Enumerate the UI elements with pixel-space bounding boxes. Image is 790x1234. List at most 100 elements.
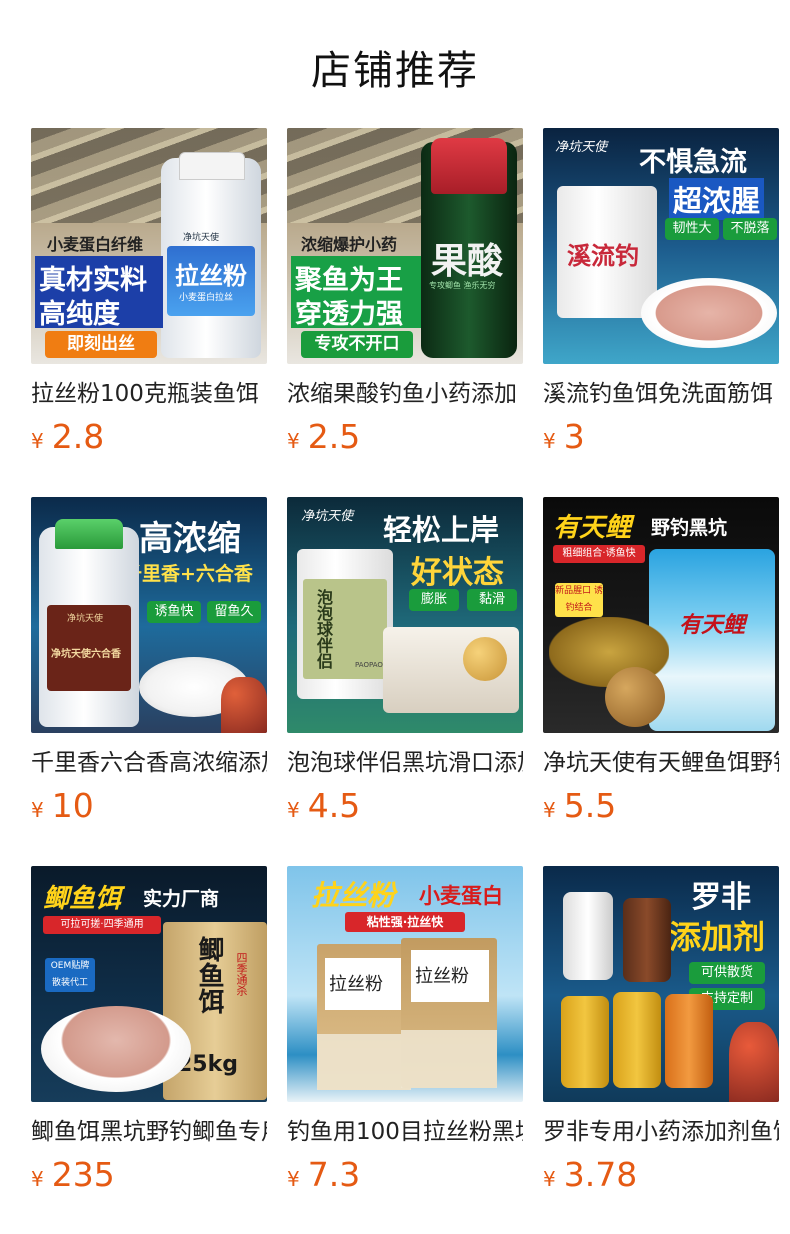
headline-2: 千里香+六合香 bbox=[123, 563, 253, 585]
tag-1: 膨胀 bbox=[409, 589, 459, 611]
product-name[interactable]: 溪流钓鱼饵免洗面筋饵 bbox=[543, 378, 779, 410]
tag-1: 可供散货 bbox=[689, 962, 765, 984]
headline-1: 鲫鱼饵 bbox=[43, 884, 122, 914]
product-image[interactable]: 净坑天使 拉丝粉 小麦蛋白拉丝 小麦蛋白纤维 真材实料 高纯度 即刻出丝 bbox=[31, 128, 267, 364]
product-sack: 鲫鱼饵 四季通杀 25kg bbox=[163, 922, 267, 1100]
tag-2: 不脱落 bbox=[723, 218, 777, 240]
package-text: 溪流钓 bbox=[567, 242, 639, 270]
product-card[interactable]: 有天鲤 野钓黑坑 粗细组合·诱鱼快 新品腥口 诱钓结合 有天鲤 净坑天使有天鲤鱼… bbox=[543, 497, 779, 837]
tag-1: 韧性大 bbox=[665, 218, 719, 240]
package-sub: 专攻鲫鱼 渔乐无穷 bbox=[429, 281, 496, 290]
tag-1: 可拉可搓·四季通用 bbox=[43, 916, 161, 934]
tag-2: 新品腥口 诱钓结合 bbox=[555, 583, 603, 617]
product-price: ¥7.3 bbox=[287, 1154, 360, 1196]
currency-symbol: ¥ bbox=[287, 1167, 300, 1191]
bait-ball bbox=[605, 667, 665, 727]
headline-2: 添加剂 bbox=[669, 918, 766, 956]
top-label: 浓缩爆护小药 bbox=[301, 235, 398, 254]
tag-2: 留鱼久 bbox=[207, 601, 261, 623]
currency-symbol: ¥ bbox=[543, 429, 556, 453]
product-price: ¥3.78 bbox=[543, 1154, 637, 1196]
brand-label: 净坑天使 bbox=[555, 140, 608, 155]
bait-ball bbox=[463, 637, 507, 681]
headline-1: 有天鲤 bbox=[553, 513, 632, 543]
package-brand: 净坑天使 bbox=[67, 614, 104, 624]
product-card[interactable]: 净坑天使 拉丝粉 小麦蛋白拉丝 小麦蛋白纤维 真材实料 高纯度 即刻出丝 拉丝粉… bbox=[31, 128, 267, 468]
product-price: ¥4.5 bbox=[287, 785, 360, 827]
headline-2: 好状态 bbox=[411, 555, 504, 591]
product-bag-right: 拉丝粉 bbox=[401, 938, 497, 1088]
tag-2: OEM贴牌 散装代工 bbox=[45, 958, 95, 992]
bottle-brown bbox=[623, 898, 671, 982]
product-image[interactable]: 高浓缩 千里香+六合香 诱鱼快 留鱼久 净坑天使 净坑天使六合香 bbox=[31, 497, 267, 733]
product-card[interactable]: 果酸 专攻鲫鱼 渔乐无穷 浓缩爆护小药 聚鱼为王 穿透力强 专攻不开口 浓缩果酸… bbox=[287, 128, 523, 468]
price-value: 3 bbox=[563, 417, 585, 456]
price-value: 4.5 bbox=[307, 786, 361, 825]
currency-symbol: ¥ bbox=[543, 798, 556, 822]
tag-1: 粘性强·拉丝快 bbox=[345, 912, 465, 932]
product-card[interactable]: 拉丝粉 小麦蛋白 粘性强·拉丝快 拉丝粉 拉丝粉 钓鱼用100目拉丝粉黑坑 ¥7… bbox=[287, 866, 523, 1206]
bait-plate bbox=[41, 1006, 191, 1092]
badge: 即刻出丝 bbox=[45, 331, 157, 358]
headline-1: 高浓缩 bbox=[139, 519, 241, 559]
package-text-2: 拉丝粉 bbox=[415, 966, 469, 987]
price-value: 235 bbox=[51, 1155, 115, 1194]
tag-2: 黏滑 bbox=[467, 589, 517, 611]
product-image[interactable]: 净坑天使 不惧急流 超浓腥 韧性大 不脱落 溪流钓 bbox=[543, 128, 779, 364]
bottle-orange bbox=[665, 994, 713, 1088]
price-value: 7.3 bbox=[307, 1155, 361, 1194]
headline-2: 野钓黑坑 bbox=[651, 517, 728, 539]
product-tub: 溪流钓 bbox=[557, 186, 657, 318]
headline-2: 穿透力强 bbox=[295, 299, 403, 330]
package-text: 净坑天使六合香 bbox=[51, 649, 121, 660]
coral-graphic bbox=[221, 677, 267, 733]
price-value: 5.5 bbox=[563, 786, 617, 825]
badge: 专攻不开口 bbox=[301, 331, 413, 358]
product-card[interactable]: 净坑天使 轻松上岸 好状态 膨胀 黏滑 泡泡球伴侣 PAOPAO BANLV 泡… bbox=[287, 497, 523, 837]
product-card[interactable]: 净坑天使 不惧急流 超浓腥 韧性大 不脱落 溪流钓 溪流钓鱼饵免洗面筋饵 ¥3 bbox=[543, 128, 779, 468]
product-image[interactable]: 罗非 添加剂 可供散货 支持定制 bbox=[543, 866, 779, 1102]
product-image[interactable]: 拉丝粉 小麦蛋白 粘性强·拉丝快 拉丝粉 拉丝粉 bbox=[287, 866, 523, 1102]
product-name[interactable]: 净坑天使有天鲤鱼饵野钓 bbox=[543, 747, 779, 779]
product-name[interactable]: 千里香六合香高浓缩添加 bbox=[31, 747, 267, 779]
currency-symbol: ¥ bbox=[31, 1167, 44, 1191]
headline-1: 拉丝粉 bbox=[311, 879, 396, 912]
product-name[interactable]: 罗非专用小药添加剂鱼饵 bbox=[543, 1116, 779, 1148]
product-name[interactable]: 泡泡球伴侣黑坑滑口添加 bbox=[287, 747, 523, 779]
product-price: ¥235 bbox=[31, 1154, 115, 1196]
product-card[interactable]: 鲫鱼饵 实力厂商 可拉可搓·四季通用 OEM贴牌 散装代工 鲫鱼饵 四季通杀 2… bbox=[31, 866, 267, 1206]
product-image[interactable]: 鲫鱼饵 实力厂商 可拉可搓·四季通用 OEM贴牌 散装代工 鲫鱼饵 四季通杀 2… bbox=[31, 866, 267, 1102]
bottle-white bbox=[563, 892, 613, 980]
bottle-yellow-1 bbox=[561, 996, 609, 1088]
product-card[interactable]: 罗非 添加剂 可供散货 支持定制 罗非专用小药添加剂鱼饵 ¥3.78 bbox=[543, 866, 779, 1206]
tag-1: 粗细组合·诱鱼快 bbox=[553, 545, 645, 563]
package-text: 果酸 bbox=[431, 241, 504, 282]
package-text: 鲫鱼饵 bbox=[194, 936, 224, 1014]
product-image[interactable]: 净坑天使 轻松上岸 好状态 膨胀 黏滑 泡泡球伴侣 PAOPAO BANLV bbox=[287, 497, 523, 733]
package-text: 拉丝粉 bbox=[175, 262, 247, 290]
product-bottle: 果酸 专攻鲫鱼 渔乐无穷 bbox=[421, 138, 517, 358]
price-value: 10 bbox=[51, 786, 94, 825]
product-image[interactable]: 果酸 专攻鲫鱼 渔乐无穷 浓缩爆护小药 聚鱼为王 穿透力强 专攻不开口 bbox=[287, 128, 523, 364]
product-bag-left: 拉丝粉 bbox=[317, 944, 411, 1090]
product-bottle: 净坑天使 净坑天使六合香 bbox=[39, 519, 139, 727]
package-brand: 净坑天使 bbox=[183, 233, 220, 243]
product-name[interactable]: 鲫鱼饵黑坑野钓鲫鱼专用 bbox=[31, 1116, 267, 1148]
product-name[interactable]: 拉丝粉100克瓶装鱼饵 bbox=[31, 378, 267, 410]
price-value: 2.8 bbox=[51, 417, 105, 456]
price-value: 2.5 bbox=[307, 417, 361, 456]
product-image[interactable]: 有天鲤 野钓黑坑 粗细组合·诱鱼快 新品腥口 诱钓结合 有天鲤 bbox=[543, 497, 779, 733]
package-text: 拉丝粉 bbox=[329, 974, 383, 995]
product-name[interactable]: 浓缩果酸钓鱼小药添加 bbox=[287, 378, 523, 410]
product-name[interactable]: 钓鱼用100目拉丝粉黑坑 bbox=[287, 1116, 523, 1148]
headline-2: 小麦蛋白 bbox=[419, 884, 503, 908]
top-label: 小麦蛋白纤维 bbox=[47, 235, 144, 254]
product-price: ¥2.5 bbox=[287, 416, 360, 458]
currency-symbol: ¥ bbox=[287, 429, 300, 453]
product-card[interactable]: 高浓缩 千里香+六合香 诱鱼快 留鱼久 净坑天使 净坑天使六合香 千里香六合香高… bbox=[31, 497, 267, 837]
product-price: ¥3 bbox=[543, 416, 585, 458]
product-bottle: 净坑天使 拉丝粉 小麦蛋白拉丝 bbox=[161, 152, 261, 358]
currency-symbol: ¥ bbox=[31, 429, 44, 453]
product-price: ¥10 bbox=[31, 785, 94, 827]
currency-symbol: ¥ bbox=[287, 798, 300, 822]
